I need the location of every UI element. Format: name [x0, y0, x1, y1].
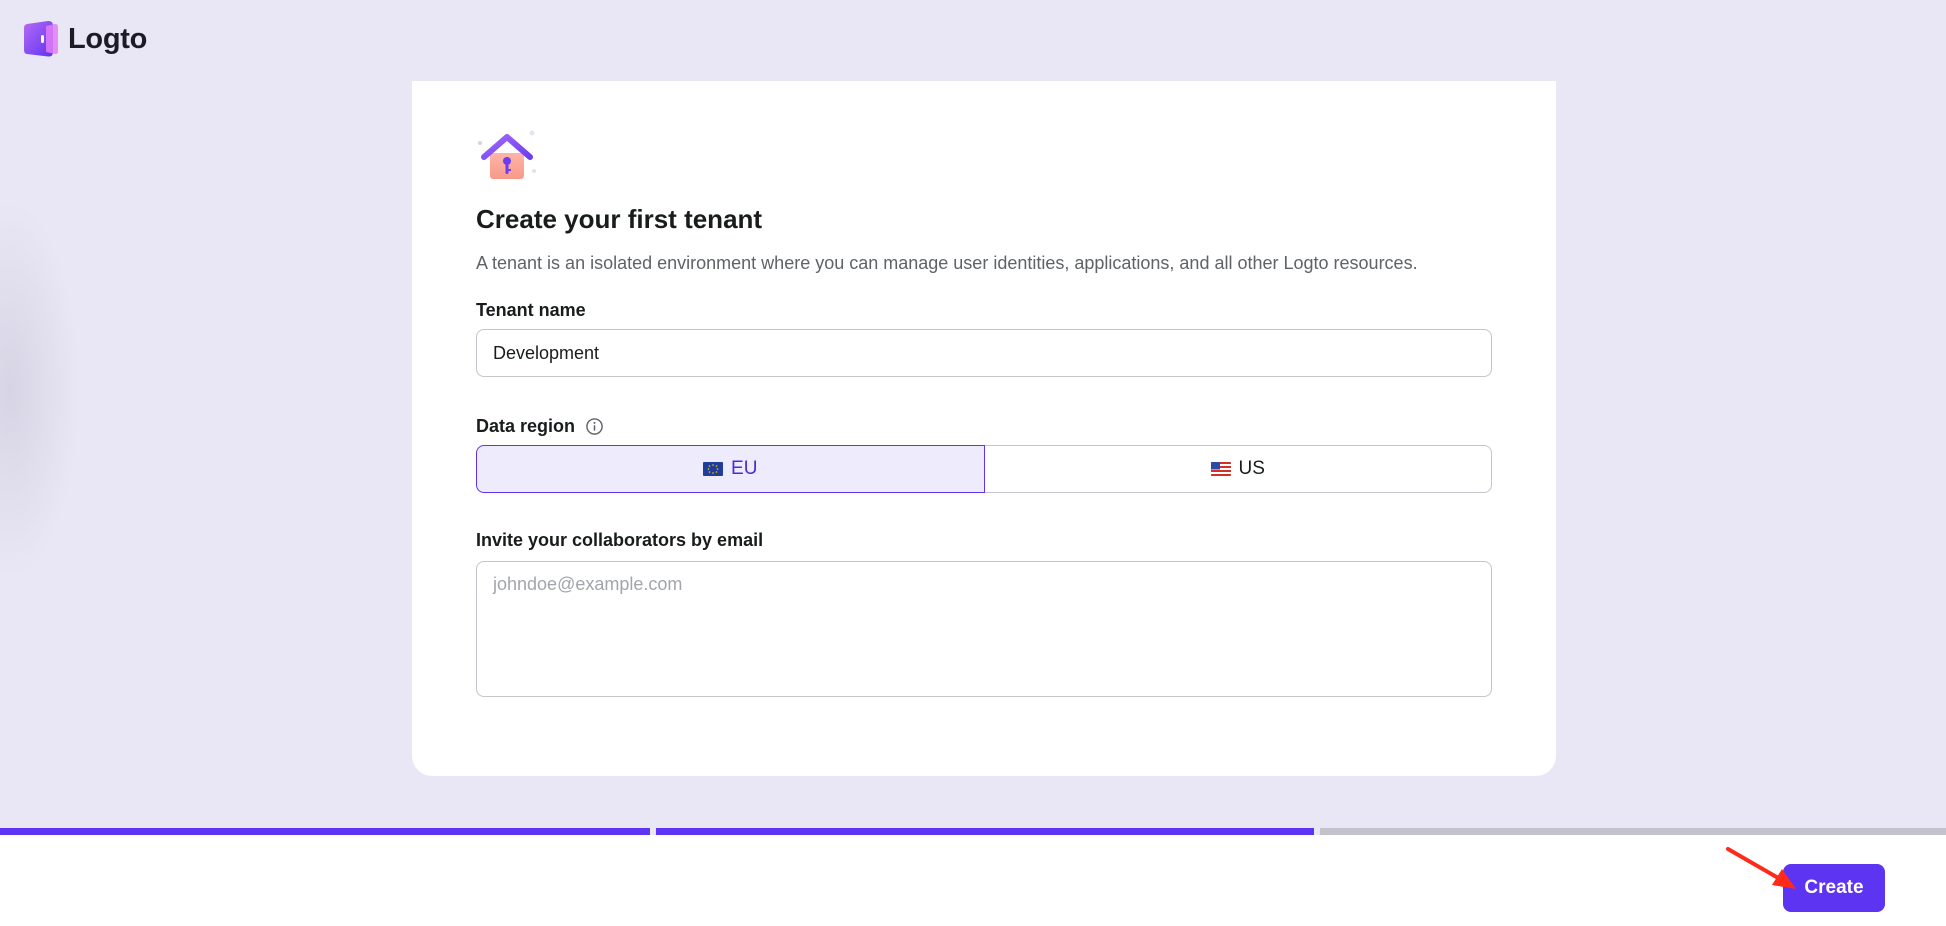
app-name: Logto: [68, 22, 148, 55]
region-option-eu-label: EU: [731, 458, 758, 479]
invite-email-input[interactable]: johndoe@example.com: [476, 561, 1492, 697]
eu-flag-icon: [703, 462, 724, 476]
progress-step-3-pending: [1320, 828, 1946, 835]
tenant-name-input[interactable]: Development: [476, 329, 1492, 377]
data-region-selector: EU US: [476, 445, 1492, 493]
progress-step-1-complete: [0, 828, 650, 835]
background-decoration: [0, 200, 80, 580]
onboarding-progress-bar: [0, 828, 1946, 835]
logo: Logto: [24, 20, 147, 58]
invite-label: Invite your collaborators by email: [476, 527, 1492, 553]
info-icon[interactable]: [585, 417, 604, 436]
logo-icon: [24, 20, 58, 57]
footer-bar: Create: [0, 835, 1946, 926]
region-option-eu[interactable]: EU: [476, 445, 985, 493]
region-option-us-label: US: [1238, 458, 1265, 479]
tenant-name-label-text: Tenant name: [476, 300, 586, 320]
us-flag-icon: [1210, 462, 1231, 476]
annotation-arrow-icon: [1726, 847, 1796, 889]
create-tenant-card: Create your first tenant A tenant is an …: [412, 81, 1556, 776]
invite-email-placeholder: johndoe@example.com: [493, 574, 683, 594]
data-region-label-text: Data region: [476, 416, 576, 436]
region-option-us[interactable]: US: [984, 445, 1492, 493]
invite-label-text: Invite your collaborators by email: [476, 530, 764, 550]
progress-step-2-complete: [656, 828, 1314, 835]
card-title: Create your first tenant: [476, 204, 763, 234]
tenant-name-value: Development: [493, 342, 600, 363]
tenant-name-label: Tenant name: [476, 297, 1492, 323]
house-key-icon: [478, 130, 536, 179]
card-description: A tenant is an isolated environment wher…: [476, 253, 1418, 273]
data-region-label: Data region: [476, 413, 1492, 439]
